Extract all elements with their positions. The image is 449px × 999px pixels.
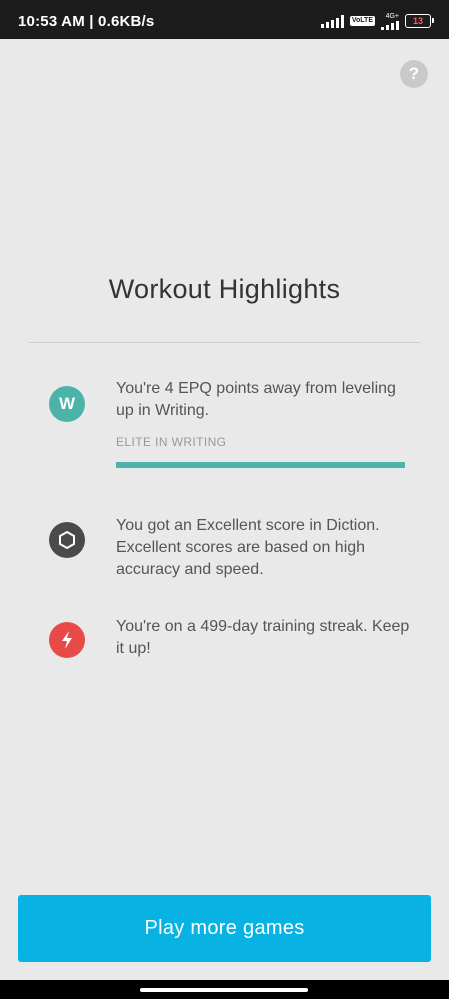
hexagon-icon	[49, 522, 85, 558]
highlight-text-streak: You're on a 499-day training streak. Kee…	[116, 618, 410, 657]
level-progress-fill	[116, 462, 405, 468]
signal-icon-2	[381, 20, 399, 30]
lightning-icon	[49, 622, 85, 658]
play-more-games-button[interactable]: Play more games	[18, 895, 431, 962]
highlight-subtitle-writing: ELITE IN WRITING	[116, 435, 227, 449]
signal-icon	[320, 14, 344, 28]
status-icons: VoLTE 4G+ 13	[320, 12, 434, 30]
status-bar: 10:53 AM | 0.6KB/s VoLTE 4G+ 13	[0, 0, 449, 39]
highlight-text-writing: You're 4 EPQ points away from leveling u…	[116, 380, 396, 419]
question-icon: ?	[408, 64, 420, 83]
page-title: Workout Highlights	[108, 274, 341, 304]
volte-icon: VoLTE	[349, 16, 375, 26]
level-progress-bar	[116, 462, 405, 468]
play-more-games-label: Play more games	[144, 917, 305, 939]
battery-level: 13	[412, 16, 423, 26]
network-type-label: 4G+	[385, 12, 399, 20]
writing-badge-icon: W	[49, 386, 85, 422]
highlight-text-diction: You got an Excellent score in Diction. E…	[116, 517, 380, 578]
battery-icon: 13	[405, 14, 434, 28]
help-button[interactable]: ?	[400, 60, 428, 88]
status-time: 10:53 AM | 0.6KB/s	[18, 13, 155, 30]
home-gesture-handle[interactable]	[140, 988, 308, 992]
title-divider	[29, 342, 420, 343]
